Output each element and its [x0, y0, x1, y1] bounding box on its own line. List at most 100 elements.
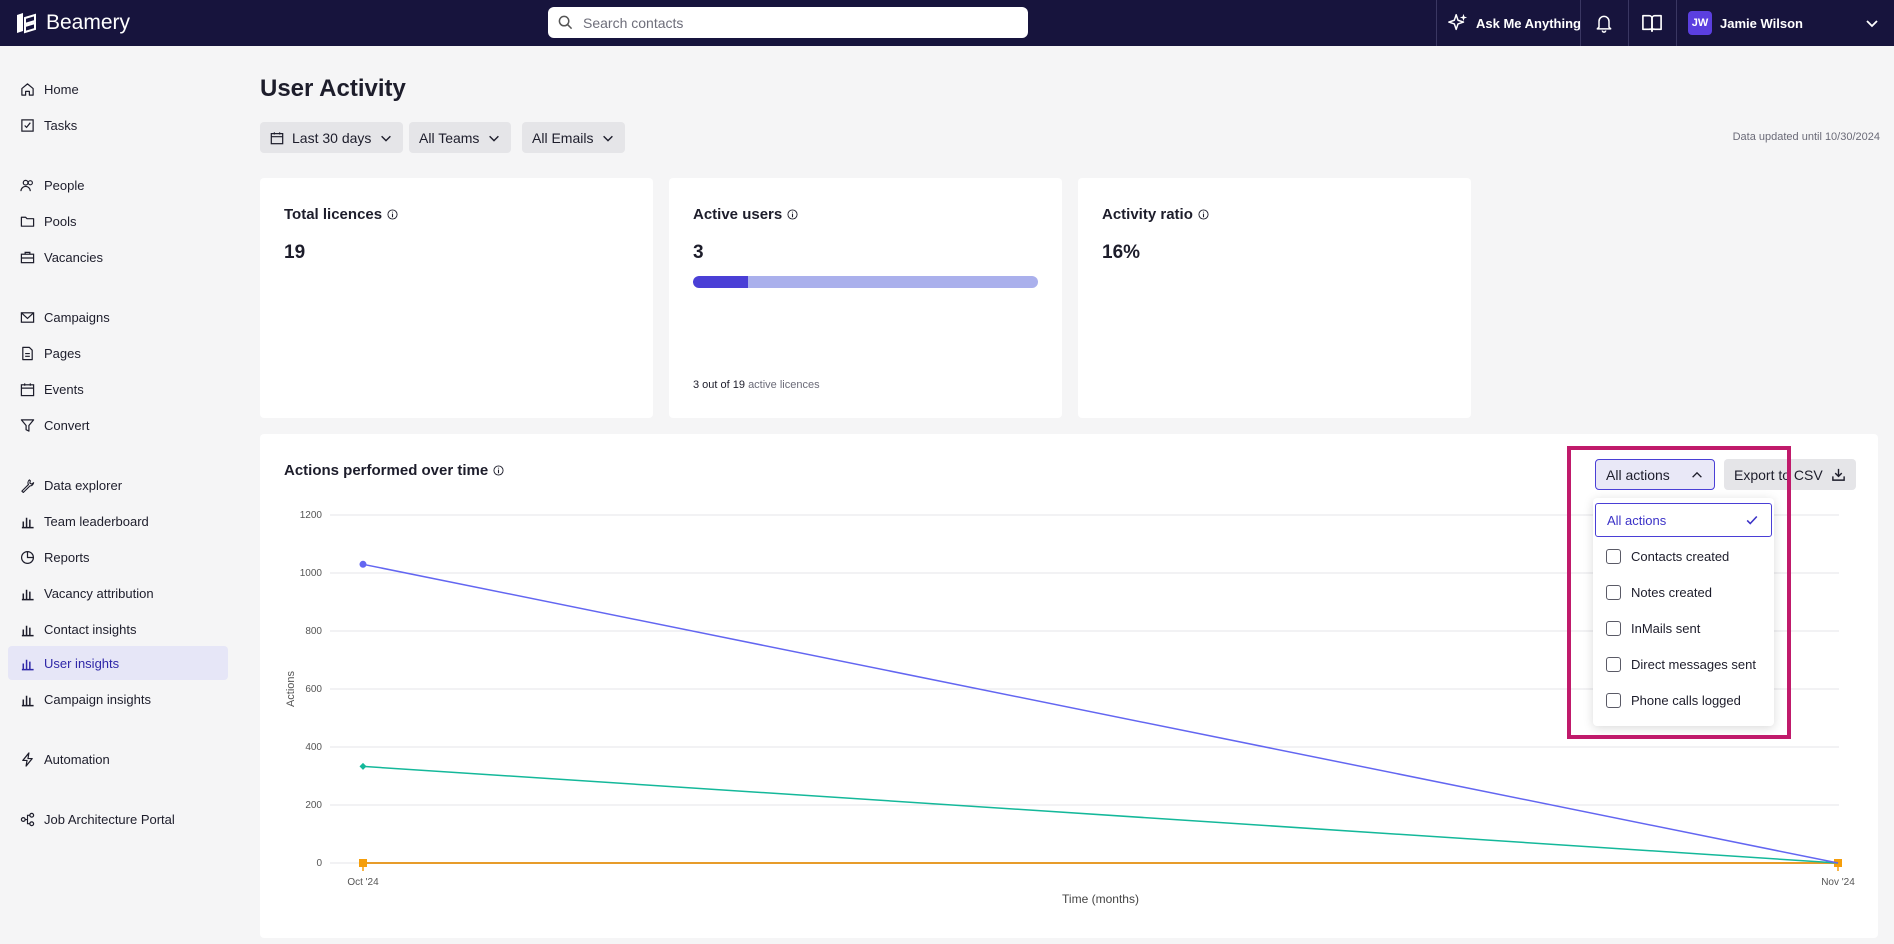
- search-box[interactable]: [548, 7, 1028, 38]
- option-label: All actions: [1607, 512, 1667, 528]
- checkbox[interactable]: [1606, 656, 1621, 672]
- chevron-down-icon[interactable]: [1864, 15, 1880, 31]
- checkbox[interactable]: [1606, 548, 1621, 564]
- sidebar-item-vacancies[interactable]: Vacancies: [8, 240, 228, 274]
- sidebar-item-user-insights[interactable]: User insights: [8, 646, 228, 680]
- info-icon[interactable]: [1198, 209, 1209, 220]
- sidebar-item-label: Reports: [44, 549, 90, 565]
- page-icon: [22, 346, 33, 360]
- sidebar-item-pages[interactable]: Pages: [8, 336, 228, 370]
- emails-filter[interactable]: All Emails: [522, 122, 626, 153]
- teams-filter[interactable]: All Teams: [409, 122, 512, 153]
- export-csv-label: Export to CSV: [1734, 466, 1823, 483]
- active-users-progress-bar: [693, 276, 1038, 288]
- book-icon: [1642, 14, 1662, 32]
- option-contacts-created[interactable]: Contacts created: [1595, 539, 1772, 573]
- x-tick-label: Oct '24: [347, 877, 379, 888]
- total-licences-card: Total licences 19: [260, 178, 653, 418]
- user-menu[interactable]: JW Jamie Wilson: [1688, 0, 1803, 46]
- info-icon[interactable]: [387, 209, 398, 220]
- bar-chart-icon: [21, 517, 34, 528]
- bar-chart-icon: [21, 659, 34, 670]
- top-divider: [1436, 0, 1437, 46]
- y-tick-label: 1000: [300, 568, 323, 579]
- sidebar-item-reports[interactable]: Reports: [8, 540, 228, 574]
- emails-filter-label: All Emails: [532, 129, 594, 146]
- info-icon[interactable]: [787, 209, 798, 220]
- sidebar-item-team-leaderboard[interactable]: Team leaderboard: [8, 504, 228, 538]
- card-title-text: Total licences: [284, 206, 383, 223]
- sidebar-item-convert[interactable]: Convert: [8, 408, 228, 442]
- pie-chart-icon: [20, 550, 35, 564]
- teams-filter-label: All Teams: [419, 129, 480, 146]
- option-label: Direct messages sent: [1631, 656, 1756, 672]
- sidebar-item-job-architecture-portal[interactable]: Job Architecture Portal: [8, 802, 228, 836]
- sidebar-item-campaign-insights[interactable]: Campaign insights: [8, 682, 228, 716]
- sidebar-item-label: Pages: [44, 345, 81, 361]
- bar-chart-icon: [21, 695, 34, 706]
- sparkle-icon: [1448, 13, 1468, 31]
- active-users-card: Active users 3 3 out of 19 active licenc…: [669, 178, 1062, 418]
- option-inmails-sent[interactable]: InMails sent: [1595, 611, 1772, 645]
- sidebar-item-contact-insights[interactable]: Contact insights: [8, 612, 228, 646]
- card-title: Activity ratio: [1102, 206, 1209, 223]
- sidebar-item-label: Vacancy attribution: [44, 585, 154, 601]
- sidebar-item-vacancy-attribution[interactable]: Vacancy attribution: [8, 576, 228, 610]
- sidebar-item-label: Job Architecture Portal: [44, 811, 175, 827]
- app-name: Beamery: [46, 11, 131, 34]
- people-icon: [20, 179, 33, 191]
- filter-icon: [20, 418, 35, 432]
- sidebar-item-events[interactable]: Events: [8, 372, 228, 406]
- sidebar-item-label: Campaign insights: [44, 691, 151, 707]
- sidebar-item-data-explorer[interactable]: Data explorer: [8, 468, 228, 502]
- search-input[interactable]: [583, 14, 1003, 31]
- option-label: Phone calls logged: [1631, 692, 1741, 708]
- sidebar-item-pools[interactable]: Pools: [8, 204, 228, 238]
- lightning-icon: [22, 751, 33, 767]
- date-range-filter[interactable]: Last 30 days: [260, 122, 404, 153]
- export-csv-button[interactable]: Export to CSV: [1724, 459, 1856, 490]
- beamery-logo[interactable]: Beamery: [14, 10, 130, 36]
- option-phone-calls-logged[interactable]: Phone calls logged: [1595, 683, 1772, 717]
- checkbox[interactable]: [1606, 584, 1621, 600]
- option-label: Contacts created: [1631, 548, 1730, 564]
- top-divider: [1628, 0, 1629, 46]
- x-tick-label: Nov '24: [1821, 877, 1855, 888]
- actions-select[interactable]: All actions: [1595, 459, 1715, 490]
- option-notes-created[interactable]: Notes created: [1595, 575, 1772, 609]
- chevron-down-icon: [489, 135, 500, 142]
- help-button[interactable]: [1640, 11, 1664, 35]
- y-tick-label: 800: [305, 626, 322, 637]
- actions-select-label: All actions: [1606, 466, 1670, 483]
- y-axis-label: Actions: [285, 670, 297, 707]
- option-label: Notes created: [1631, 584, 1712, 600]
- checkbox[interactable]: [1606, 692, 1621, 708]
- sidebar-item-home[interactable]: Home: [8, 72, 228, 106]
- sidebar-item-automation[interactable]: Automation: [8, 742, 228, 776]
- briefcase-icon: [20, 251, 35, 263]
- ask-me-anything-button[interactable]: Ask Me Anything: [1447, 0, 1581, 46]
- active-count-text: 3 out of 19: [693, 379, 745, 391]
- top-divider: [1676, 0, 1677, 46]
- notifications-button[interactable]: [1592, 11, 1616, 35]
- chevron-down-icon: [603, 135, 614, 142]
- option-direct-messages-sent[interactable]: Direct messages sent: [1595, 647, 1772, 681]
- sidebar-item-label: Home: [44, 81, 79, 97]
- sidebar: Home Tasks People Pools Vacancies Campai…: [0, 46, 236, 944]
- sidebar-item-label: Events: [44, 381, 84, 397]
- sidebar-item-campaigns[interactable]: Campaigns: [8, 300, 228, 334]
- wrench-icon: [21, 478, 35, 493]
- sidebar-item-label: Automation: [44, 751, 110, 767]
- actions-dropdown-menu: All actions Contacts created Notes creat…: [1593, 498, 1774, 726]
- bar-chart-icon: [21, 625, 34, 636]
- y-tick-label: 0: [316, 858, 322, 869]
- bell-icon: [1596, 15, 1612, 33]
- checkbox[interactable]: [1606, 620, 1621, 636]
- active-users-value: 3: [693, 242, 704, 263]
- option-all-actions[interactable]: All actions: [1595, 503, 1772, 537]
- sidebar-item-tasks[interactable]: Tasks: [8, 108, 228, 142]
- sidebar-item-people[interactable]: People: [8, 168, 228, 202]
- card-title: Active users: [693, 206, 798, 223]
- card-title: Total licences: [284, 206, 398, 223]
- page-title: User Activity: [260, 75, 406, 102]
